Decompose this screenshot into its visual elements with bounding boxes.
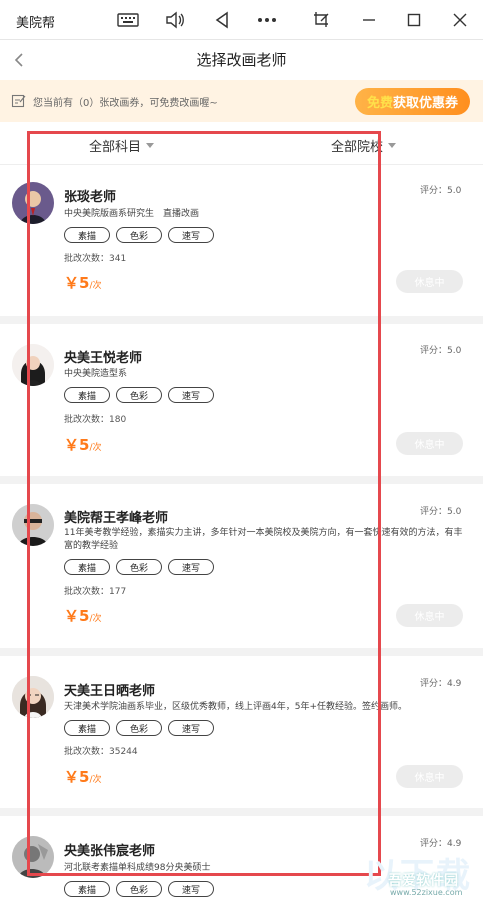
- teacher-name: 美院帮王孝峰老师: [64, 511, 169, 526]
- maximize-icon[interactable]: [402, 8, 426, 32]
- price-symbol: ￥: [64, 274, 80, 292]
- tag-sketch: 素描: [64, 387, 110, 403]
- coupon-note-icon: [11, 93, 27, 109]
- teacher-card[interactable]: 美院帮王孝峰老师 评分：5.0 11年美考教学经验，素描实力主讲，多年针对一本美…: [0, 484, 483, 648]
- tag-sketch: 素描: [64, 881, 110, 897]
- tag-sketch: 素描: [64, 720, 110, 736]
- tag-color: 色彩: [116, 387, 162, 403]
- page-title: 选择改画老师: [196, 51, 287, 69]
- price-symbol: ￥: [64, 436, 80, 454]
- caret-down-icon: [388, 143, 397, 148]
- more-icon[interactable]: [255, 8, 279, 32]
- price-unit: /次: [89, 775, 102, 785]
- card-divider: [0, 808, 483, 816]
- teacher-name: 央美王悦老师: [64, 351, 143, 366]
- teacher-avatar: [12, 676, 54, 718]
- app-navbar: 选择改画老师: [0, 40, 483, 80]
- resting-status-button[interactable]: 休息中: [396, 270, 463, 293]
- crop-screenshot-icon[interactable]: [310, 8, 334, 32]
- teacher-name: 天美王日晒老师: [64, 684, 156, 699]
- teacher-card[interactable]: 张琰老师 评分：5.0 中央美院版画系研究生 直播改画 素描 色彩 速写 批改次…: [0, 166, 483, 316]
- teacher-name: 央美张伟宸老师: [64, 844, 156, 859]
- teacher-avatar: [12, 836, 54, 878]
- tag-speed-sketch: 速写: [168, 387, 214, 403]
- get-coupon-button[interactable]: 免费 获取优惠券: [355, 88, 470, 115]
- teacher-tags: 素描 色彩 速写: [64, 881, 214, 897]
- minimize-icon[interactable]: [357, 8, 381, 32]
- tag-speed-sketch: 速写: [168, 720, 214, 736]
- price-symbol: ￥: [64, 768, 80, 786]
- review-count: 批改次数：180: [64, 415, 127, 425]
- review-count: 批改次数：177: [64, 587, 127, 597]
- teacher-tags: 素描 色彩 速写: [64, 720, 214, 736]
- price-unit: /次: [89, 281, 102, 291]
- tag-color: 色彩: [116, 227, 162, 243]
- review-count: 批改次数：341: [64, 254, 127, 264]
- coupon-button-free-label: 免费: [366, 96, 393, 111]
- coupon-count-text: 您当前有（0）张改画券，可免费改画喔~: [33, 98, 218, 109]
- review-count: 批改次数：35244: [64, 747, 138, 757]
- price-symbol: ￥: [64, 607, 80, 625]
- price-value: 5: [79, 607, 90, 625]
- tag-color: 色彩: [116, 559, 162, 575]
- resting-status-button[interactable]: 休息中: [396, 432, 463, 455]
- teacher-avatar: [12, 182, 54, 224]
- volume-icon[interactable]: [163, 8, 187, 32]
- subject-filter-dropdown[interactable]: 全部科目: [89, 136, 155, 155]
- tag-speed-sketch: 速写: [168, 227, 214, 243]
- teacher-description: 天津美术学院油画系毕业，区级优秀教师，线上评画4年，5年+任教经验。签约画师。: [64, 702, 407, 712]
- tag-color: 色彩: [116, 720, 162, 736]
- price: ￥5/次: [64, 766, 102, 787]
- teacher-rating: 评分：5.0: [420, 186, 462, 196]
- teacher-rating: 评分：4.9: [420, 679, 462, 689]
- resting-status-button[interactable]: 休息中: [396, 765, 463, 788]
- teacher-tags: 素描 色彩 速写: [64, 387, 214, 403]
- teacher-tags: 素描 色彩 速写: [64, 559, 214, 575]
- resting-status-button[interactable]: 休息中: [396, 604, 463, 627]
- price-value: 5: [79, 274, 90, 292]
- card-divider: [0, 648, 483, 656]
- teacher-avatar: [12, 344, 54, 386]
- watermark-site-name: 吾爱软件园: [388, 873, 458, 889]
- subject-filter-label: 全部科目: [89, 140, 142, 155]
- back-triangle-icon[interactable]: [210, 8, 234, 32]
- price-value: 5: [79, 768, 90, 786]
- teacher-description: 中央美院版画系研究生 直播改画: [64, 209, 200, 219]
- app-title: 美院帮: [16, 16, 56, 31]
- price: ￥5/次: [64, 272, 102, 293]
- tag-sketch: 素描: [64, 559, 110, 575]
- teacher-card[interactable]: 央美王悦老师 评分：5.0 中央美院造型系 素描 色彩 速写 批改次数：180 …: [0, 324, 483, 476]
- price-value: 5: [79, 436, 90, 454]
- keyboard-icon[interactable]: [116, 8, 140, 32]
- price: ￥5/次: [64, 605, 102, 626]
- teacher-description: 11年美考教学经验，素描实力主讲，多年针对一本美院校及美院方向，有一套快速有效的…: [64, 528, 463, 551]
- teacher-name: 张琰老师: [64, 190, 117, 205]
- tag-color: 色彩: [116, 881, 162, 897]
- window-titlebar: 美院帮: [0, 0, 483, 40]
- price: ￥5/次: [64, 434, 102, 455]
- card-divider: [0, 476, 483, 484]
- watermark: 以下载 吾爱软件园 www.52zixue.com: [352, 848, 482, 898]
- caret-down-icon: [146, 143, 155, 148]
- teacher-avatar: [12, 504, 54, 546]
- card-divider: [0, 316, 483, 324]
- filter-bar: 全部科目 全部院校: [0, 125, 483, 165]
- school-filter-dropdown[interactable]: 全部院校: [331, 136, 397, 155]
- price-unit: /次: [89, 614, 102, 624]
- coupon-button-label: 获取优惠券: [393, 96, 459, 111]
- teacher-card[interactable]: 天美王日晒老师 评分：4.9 天津美术学院油画系毕业，区级优秀教师，线上评画4年…: [0, 656, 483, 808]
- tag-speed-sketch: 速写: [168, 559, 214, 575]
- school-filter-label: 全部院校: [331, 140, 384, 155]
- teacher-description: 中央美院造型系: [64, 369, 128, 379]
- tag-sketch: 素描: [64, 227, 110, 243]
- teacher-tags: 素描 色彩 速写: [64, 227, 214, 243]
- close-icon[interactable]: [448, 8, 472, 32]
- price-unit: /次: [89, 443, 102, 453]
- watermark-url: www.52zixue.com: [390, 888, 463, 897]
- teacher-rating: 评分：5.0: [420, 507, 462, 517]
- tag-speed-sketch: 速写: [168, 881, 214, 897]
- teacher-rating: 评分：5.0: [420, 346, 462, 356]
